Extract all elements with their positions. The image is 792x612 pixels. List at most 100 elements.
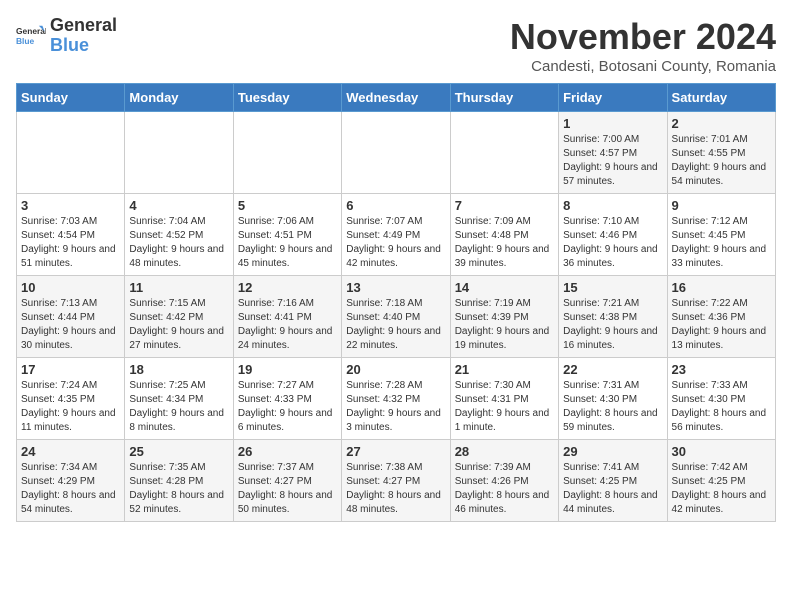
- day-number: 12: [238, 280, 337, 295]
- calendar-header-row: SundayMondayTuesdayWednesdayThursdayFrid…: [17, 84, 776, 112]
- calendar-cell: 30 Sunrise: 7:42 AM Sunset: 4:25 PM Dayli…: [667, 440, 775, 522]
- day-info: Sunrise: 7:25 AM Sunset: 4:34 PM Dayligh…: [129, 379, 228, 435]
- calendar-cell: 8Sunrise: 7:10 AM Sunset: 4:46 PM Daylig…: [559, 194, 667, 276]
- calendar-cell: 13Sunrise: 7:18 AM Sunset: 4:40 PM Dayli…: [342, 276, 450, 358]
- day-number: 18: [129, 362, 228, 377]
- calendar-cell: 19 Sunrise: 7:27 AM Sunset: 4:33 PM Dayli…: [233, 358, 341, 440]
- day-info: Sunrise: 7:33 AM Sunset: 4:30 PM Dayligh…: [672, 379, 771, 435]
- day-info: Sunrise: 7:30 AM Sunset: 4:31 PM Dayligh…: [455, 379, 554, 435]
- day-info: Sunrise: 7:07 AM Sunset: 4:49 PM Dayligh…: [346, 215, 445, 271]
- calendar-week-1: 3Sunrise: 7:03 AM Sunset: 4:54 PM Daylig…: [17, 194, 776, 276]
- day-number: 10: [21, 280, 120, 295]
- day-number: 5: [238, 198, 337, 213]
- day-number: 29: [563, 444, 662, 459]
- calendar-cell: 5Sunrise: 7:06 AM Sunset: 4:51 PM Daylig…: [233, 194, 341, 276]
- day-number: 15: [563, 280, 662, 295]
- calendar-cell: 24 Sunrise: 7:34 AM Sunset: 4:29 PM Dayli…: [17, 440, 125, 522]
- calendar-cell: 26 Sunrise: 7:37 AM Sunset: 4:27 PM Dayli…: [233, 440, 341, 522]
- day-info: Sunrise: 7:37 AM Sunset: 4:27 PM Dayligh…: [238, 461, 337, 517]
- day-info: Sunrise: 7:39 AM Sunset: 4:26 PM Dayligh…: [455, 461, 554, 517]
- calendar-cell: 6 Sunrise: 7:07 AM Sunset: 4:49 PM Daylig…: [342, 194, 450, 276]
- day-number: 4: [129, 198, 228, 213]
- day-number: 28: [455, 444, 554, 459]
- day-number: 6: [346, 198, 445, 213]
- calendar-cell: 1 Sunrise: 7:00 AM Sunset: 4:57 PM Daylig…: [559, 112, 667, 194]
- day-number: 16: [672, 280, 771, 295]
- day-number: 23: [672, 362, 771, 377]
- calendar-cell: 27 Sunrise: 7:38 AM Sunset: 4:27 PM Dayli…: [342, 440, 450, 522]
- day-number: 7: [455, 198, 554, 213]
- day-info: Sunrise: 7:38 AM Sunset: 4:27 PM Dayligh…: [346, 461, 445, 517]
- title-area: November 2024 Candesti, Botosani County,…: [510, 16, 776, 75]
- weekday-header-saturday: Saturday: [667, 84, 775, 112]
- weekday-header-wednesday: Wednesday: [342, 84, 450, 112]
- day-info: Sunrise: 7:34 AM Sunset: 4:29 PM Dayligh…: [21, 461, 120, 517]
- month-title: November 2024: [510, 16, 776, 58]
- day-number: 26: [238, 444, 337, 459]
- calendar-cell: 29 Sunrise: 7:41 AM Sunset: 4:25 PM Dayli…: [559, 440, 667, 522]
- logo-line1: General: [50, 16, 117, 36]
- calendar-cell: 14Sunrise: 7:19 AM Sunset: 4:39 PM Dayli…: [450, 276, 558, 358]
- calendar-cell: 28 Sunrise: 7:39 AM Sunset: 4:26 PM Dayli…: [450, 440, 558, 522]
- weekday-header-tuesday: Tuesday: [233, 84, 341, 112]
- day-info: Sunrise: 7:04 AM Sunset: 4:52 PM Dayligh…: [129, 215, 228, 271]
- calendar-cell: 10 Sunrise: 7:13 AM Sunset: 4:44 PM Dayli…: [17, 276, 125, 358]
- weekday-header-thursday: Thursday: [450, 84, 558, 112]
- calendar-cell: 9Sunrise: 7:12 AM Sunset: 4:45 PM Daylig…: [667, 194, 775, 276]
- calendar-cell: 4 Sunrise: 7:04 AM Sunset: 4:52 PM Daylig…: [125, 194, 233, 276]
- day-number: 2: [672, 116, 771, 131]
- day-info: Sunrise: 7:24 AM Sunset: 4:35 PM Dayligh…: [21, 379, 120, 435]
- day-number: 24: [21, 444, 120, 459]
- logo: General Blue General Blue: [16, 16, 117, 56]
- day-number: 19: [238, 362, 337, 377]
- calendar-cell: 2Sunrise: 7:01 AM Sunset: 4:55 PM Daylig…: [667, 112, 775, 194]
- day-info: Sunrise: 7:27 AM Sunset: 4:33 PM Dayligh…: [238, 379, 337, 435]
- day-info: Sunrise: 7:42 AM Sunset: 4:25 PM Dayligh…: [672, 461, 771, 517]
- calendar-week-0: 1 Sunrise: 7:00 AM Sunset: 4:57 PM Daylig…: [17, 112, 776, 194]
- day-info: Sunrise: 7:21 AM Sunset: 4:38 PM Dayligh…: [563, 297, 662, 353]
- calendar-cell: 17Sunrise: 7:24 AM Sunset: 4:35 PM Dayli…: [17, 358, 125, 440]
- day-number: 13: [346, 280, 445, 295]
- calendar-cell: [233, 112, 341, 194]
- day-number: 8: [563, 198, 662, 213]
- calendar-cell: 20 Sunrise: 7:28 AM Sunset: 4:32 PM Dayli…: [342, 358, 450, 440]
- day-number: 30: [672, 444, 771, 459]
- day-info: Sunrise: 7:00 AM Sunset: 4:57 PM Dayligh…: [563, 133, 662, 189]
- day-number: 20: [346, 362, 445, 377]
- calendar-cell: 7Sunrise: 7:09 AM Sunset: 4:48 PM Daylig…: [450, 194, 558, 276]
- day-info: Sunrise: 7:16 AM Sunset: 4:41 PM Dayligh…: [238, 297, 337, 353]
- day-info: Sunrise: 7:28 AM Sunset: 4:32 PM Dayligh…: [346, 379, 445, 435]
- header: General Blue General Blue November 2024 …: [16, 16, 776, 75]
- weekday-header-sunday: Sunday: [17, 84, 125, 112]
- day-info: Sunrise: 7:15 AM Sunset: 4:42 PM Dayligh…: [129, 297, 228, 353]
- calendar-week-2: 10 Sunrise: 7:13 AM Sunset: 4:44 PM Dayli…: [17, 276, 776, 358]
- calendar-cell: [17, 112, 125, 194]
- day-number: 27: [346, 444, 445, 459]
- calendar-cell: 12 Sunrise: 7:16 AM Sunset: 4:41 PM Dayli…: [233, 276, 341, 358]
- calendar-cell: 23 Sunrise: 7:33 AM Sunset: 4:30 PM Dayli…: [667, 358, 775, 440]
- day-info: Sunrise: 7:41 AM Sunset: 4:25 PM Dayligh…: [563, 461, 662, 517]
- day-number: 22: [563, 362, 662, 377]
- calendar-cell: [450, 112, 558, 194]
- day-info: Sunrise: 7:12 AM Sunset: 4:45 PM Dayligh…: [672, 215, 771, 271]
- weekday-header-monday: Monday: [125, 84, 233, 112]
- calendar-cell: 15 Sunrise: 7:21 AM Sunset: 4:38 PM Dayli…: [559, 276, 667, 358]
- day-number: 11: [129, 280, 228, 295]
- day-info: Sunrise: 7:19 AM Sunset: 4:39 PM Dayligh…: [455, 297, 554, 353]
- calendar-cell: 16Sunrise: 7:22 AM Sunset: 4:36 PM Dayli…: [667, 276, 775, 358]
- location-subtitle: Candesti, Botosani County, Romania: [510, 58, 776, 75]
- day-number: 1: [563, 116, 662, 131]
- day-info: Sunrise: 7:13 AM Sunset: 4:44 PM Dayligh…: [21, 297, 120, 353]
- day-number: 21: [455, 362, 554, 377]
- calendar-cell: [342, 112, 450, 194]
- calendar-table: SundayMondayTuesdayWednesdayThursdayFrid…: [16, 83, 776, 522]
- day-number: 25: [129, 444, 228, 459]
- day-info: Sunrise: 7:35 AM Sunset: 4:28 PM Dayligh…: [129, 461, 228, 517]
- day-info: Sunrise: 7:03 AM Sunset: 4:54 PM Dayligh…: [21, 215, 120, 271]
- weekday-header-friday: Friday: [559, 84, 667, 112]
- calendar-cell: 22Sunrise: 7:31 AM Sunset: 4:30 PM Dayli…: [559, 358, 667, 440]
- calendar-cell: 25 Sunrise: 7:35 AM Sunset: 4:28 PM Dayli…: [125, 440, 233, 522]
- logo-line2: Blue: [50, 36, 117, 56]
- calendar-cell: 21 Sunrise: 7:30 AM Sunset: 4:31 PM Dayli…: [450, 358, 558, 440]
- calendar-cell: 18 Sunrise: 7:25 AM Sunset: 4:34 PM Dayli…: [125, 358, 233, 440]
